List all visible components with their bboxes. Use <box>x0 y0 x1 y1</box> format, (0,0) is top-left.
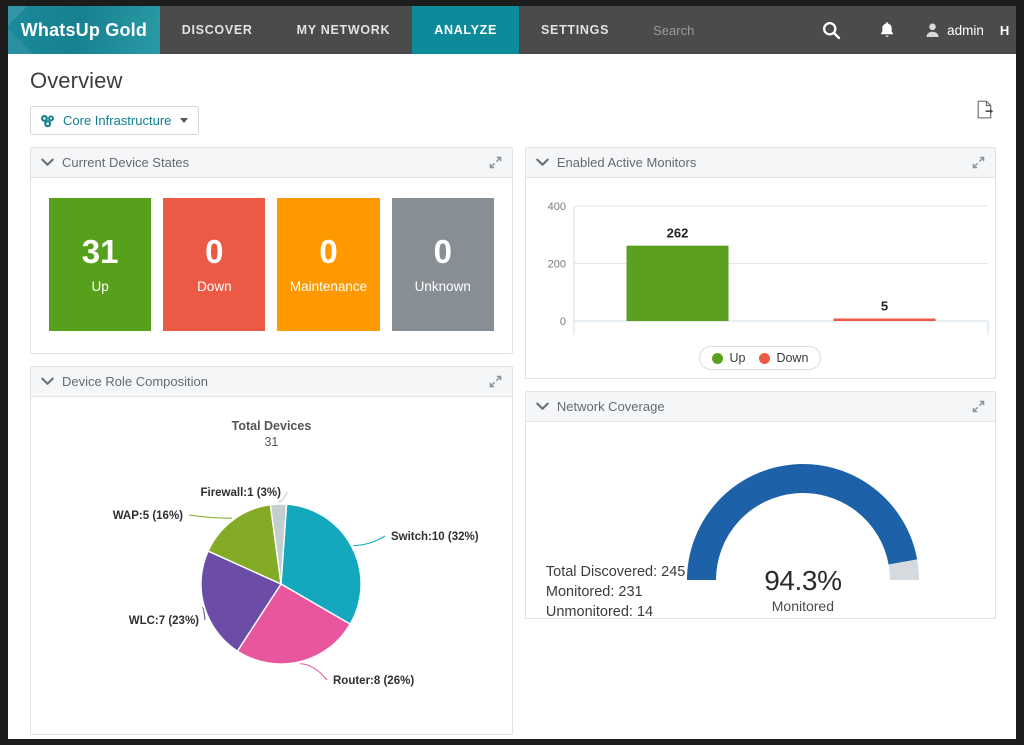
user-name: admin <box>947 22 984 38</box>
legend-swatch-down <box>759 352 771 364</box>
card-header: Current Device States <box>31 148 512 178</box>
coverage-percent: 94.3% Monitored <box>718 565 888 614</box>
device-group-selector[interactable]: Core Infrastructure <box>30 106 200 135</box>
svg-text:262: 262 <box>667 226 689 241</box>
device-state-tile-down[interactable]: 0 Down <box>163 198 266 331</box>
legend-label: Down <box>776 351 809 365</box>
coverage-stats: Total Discovered: 245 Monitored: 231 Unm… <box>546 562 685 622</box>
tile-label: Down <box>197 278 232 294</box>
card-body: 31 Up 0 Down 0 Maintenance 0 Unknown <box>31 178 512 353</box>
total-discovered: Total Discovered: 245 <box>545 564 686 580</box>
device-group-icon <box>40 114 54 127</box>
nav-item-analyze[interactable]: ANALYZE <box>412 6 520 54</box>
chevron-down-icon[interactable] <box>41 158 54 167</box>
chevron-down-icon[interactable] <box>536 158 549 167</box>
svg-text:200: 200 <box>548 259 566 271</box>
device-state-tile-up[interactable]: 31 Up <box>49 198 152 331</box>
chevron-down-icon[interactable] <box>536 402 549 411</box>
app-window: WhatsUp Gold DISCOVER MY NETWORK ANALYZE… <box>8 6 1016 739</box>
card-title: Network Coverage <box>556 399 665 414</box>
svg-text:Router:8 (26%): Router:8 (26%) <box>333 675 414 687</box>
app-logo[interactable]: WhatsUp Gold <box>8 6 160 54</box>
gauge-body: Total Discovered: 245 Monitored: 231 Unm… <box>526 422 995 620</box>
svg-text:400: 400 <box>548 201 566 213</box>
top-navigation-bar: WhatsUp Gold DISCOVER MY NETWORK ANALYZE… <box>8 6 1016 54</box>
page-title: Overview <box>30 68 123 93</box>
card-device-role-composition: Device Role Composition Total Devices 31… <box>30 366 513 735</box>
card-current-device-states: Current Device States 31 Up 0 Down 0 Mai… <box>30 147 513 354</box>
svg-text:Firewall:1 (3%): Firewall:1 (3%) <box>200 487 281 499</box>
card-title: Enabled Active Monitors <box>556 155 697 170</box>
user-menu[interactable]: admin <box>915 22 1000 38</box>
monitored-count: Monitored: 231 <box>545 584 643 600</box>
card-title: Device Role Composition <box>62 374 208 389</box>
svg-text:WLC:7 (23%): WLC:7 (23%) <box>129 615 199 627</box>
nav-item-my-network[interactable]: MY NETWORK <box>275 6 413 54</box>
device-group-label: Core Infrastructure <box>63 113 172 128</box>
expand-icon[interactable] <box>489 156 502 169</box>
svg-text:WAP:5 (16%): WAP:5 (16%) <box>113 510 183 522</box>
tile-value: 31 <box>81 233 119 271</box>
chevron-down-icon <box>180 118 189 123</box>
device-state-tile-unknown[interactable]: 0 Unknown <box>391 198 494 331</box>
search-button[interactable] <box>803 6 859 54</box>
search-icon <box>822 21 840 39</box>
help-link[interactable]: H <box>1000 23 1012 38</box>
device-state-tile-maintenance[interactable]: 0 Maintenance <box>277 198 380 331</box>
expand-icon[interactable] <box>972 400 985 413</box>
card-header: Enabled Active Monitors <box>525 148 995 178</box>
tile-label: Unknown <box>414 278 471 294</box>
pie-chart-body: Total Devices 31 Switch:10 (32%) Router:8… <box>31 397 512 734</box>
legend-item-up[interactable]: Up <box>712 351 745 365</box>
chevron-down-icon[interactable] <box>41 377 54 386</box>
svg-text:Switch:10 (32%): Switch:10 (32%) <box>391 531 479 543</box>
nav-right-actions: admin H <box>803 6 1016 54</box>
card-header: Network Coverage <box>525 392 995 422</box>
card-header: Device Role Composition <box>31 367 512 397</box>
legend-swatch-up <box>712 352 724 364</box>
unmonitored-count: Unmonitored: 14 <box>545 604 654 620</box>
card-network-coverage: Network Coverage Total Discovered: 245 M… <box>524 391 996 620</box>
card-enabled-active-monitors: Enabled Active Monitors 0 200 400 262 5 Up <box>524 147 996 379</box>
device-role-pie-chart[interactable]: Switch:10 (32%) Router:8 (26%) WLC:7 (23%)… <box>31 397 521 734</box>
bell-icon <box>881 22 894 37</box>
legend-label: Up <box>729 351 746 365</box>
card-title: Current Device States <box>62 155 190 170</box>
coverage-percent-label: Monitored <box>771 598 835 614</box>
user-icon <box>926 23 939 38</box>
tile-label: Up <box>91 278 109 294</box>
expand-icon[interactable] <box>489 375 502 388</box>
nav-item-discover[interactable]: DISCOVER <box>160 6 275 54</box>
nav-item-settings[interactable]: SETTINGS <box>519 6 631 54</box>
tile-value: 0 <box>319 233 338 271</box>
export-icon <box>977 100 994 119</box>
svg-text:0: 0 <box>560 316 566 328</box>
expand-icon[interactable] <box>972 156 985 169</box>
tile-label: Maintenance <box>289 278 368 294</box>
coverage-percent-value: 94.3% <box>764 565 842 596</box>
svg-text:5: 5 <box>881 299 888 314</box>
page-header: Overview Core Infrastructure <box>8 54 1016 135</box>
tile-value: 0 <box>205 233 224 271</box>
nav-items: DISCOVER MY NETWORK ANALYZE SETTINGS <box>160 6 631 54</box>
device-state-tiles: 31 Up 0 Down 0 Maintenance 0 Unknown <box>31 178 512 353</box>
dashboard-column-left: Current Device States 31 Up 0 Down 0 Mai… <box>30 147 513 735</box>
export-button[interactable] <box>977 100 994 124</box>
legend-item-down[interactable]: Down <box>759 351 808 365</box>
dashboard-column-right: Enabled Active Monitors 0 200 400 262 5 Up <box>524 147 996 620</box>
notifications-button[interactable] <box>859 6 915 54</box>
dashboard-grid: Current Device States 31 Up 0 Down 0 Mai… <box>8 135 1016 735</box>
chart-legend: Up Down <box>699 346 822 370</box>
tile-value: 0 <box>433 233 452 271</box>
search-container <box>653 6 804 54</box>
app-logo-text: WhatsUp Gold <box>20 19 148 40</box>
search-input[interactable] <box>653 22 804 38</box>
bar-chart-body: 0 200 400 262 5 Up Down <box>526 178 995 378</box>
